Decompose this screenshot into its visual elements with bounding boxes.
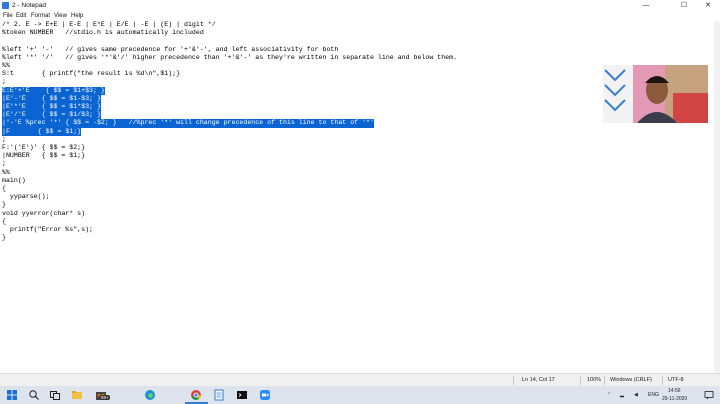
status-divider <box>580 376 581 385</box>
language-indicator[interactable]: ENG <box>648 392 659 398</box>
webcam-overlay <box>603 65 708 123</box>
editor-line: } <box>2 201 6 209</box>
notification-badge: 99+ <box>100 395 110 400</box>
zoom-icon[interactable] <box>259 389 271 401</box>
tray-chevron-icon[interactable]: ⌃ <box>607 392 611 398</box>
editor-line: yyparse(); <box>2 193 50 201</box>
vertical-scrollbar[interactable] <box>714 21 720 373</box>
network-icon[interactable]: ▂ <box>620 392 624 398</box>
chrome-icon[interactable] <box>190 389 202 401</box>
editor-line: ; <box>2 135 6 143</box>
editor-line: %token NUMBER //stdio.h is automatically… <box>2 29 204 37</box>
editor-line-selected: |F { $$ = $1;} <box>2 127 82 136</box>
editor-line: } <box>2 234 6 242</box>
terminal-icon[interactable] <box>236 389 248 401</box>
editor-line: S:t { printf("the result is %d\n",$1);} <box>2 70 181 78</box>
window-title: 2 - Notepad <box>12 2 46 9</box>
editor-line: %% <box>2 168 10 176</box>
editor-line: ; <box>2 78 6 86</box>
editor-line: printf("Error %s",s); <box>2 226 94 233</box>
editor-line-selected: |E'-'E { $$ = $1-$3; } <box>2 94 101 103</box>
editor-line: %left '*' '/' // gives '*'&'/' higher pr… <box>2 53 458 61</box>
notepad-app-icon <box>2 2 9 9</box>
status-divider <box>604 376 605 385</box>
editor-line: { <box>2 185 6 192</box>
task-view-icon[interactable] <box>49 389 61 401</box>
editor-line-selected: |E'/'E { $$ = $1/$3; } <box>2 111 101 120</box>
menu-bar: File Edit Format View Help <box>0 12 720 21</box>
clock-time[interactable]: 14:56 <box>668 388 681 394</box>
edge-icon[interactable] <box>144 389 156 401</box>
menu-format[interactable]: Format <box>31 12 50 21</box>
menu-file[interactable]: File <box>3 12 13 21</box>
status-bar: Ln 14, Col 17 100% Windows (CRLF) UTF-8 <box>0 373 720 387</box>
editor-line: { <box>2 217 6 225</box>
clock-date[interactable]: 29-11-2020 <box>662 396 687 402</box>
editor-line: F:'('E')' { $$ = $2;} <box>2 144 86 151</box>
editor-line-selected: |'-'E %prec '*' { $$ = -$2; } //%prec '*… <box>2 119 374 128</box>
editor-line: main() <box>2 176 26 184</box>
title-bar: 2 - Notepad — ☐ ✕ <box>0 0 720 12</box>
status-divider <box>662 376 663 385</box>
notifications-icon[interactable] <box>703 389 715 401</box>
taskbar: 99+ ⌃ ▂ ◀ ENG 14:56 29-11-2020 <box>0 386 720 404</box>
menu-help[interactable]: Help <box>71 12 83 21</box>
close-button[interactable]: ✕ <box>696 0 720 12</box>
menu-edit[interactable]: Edit <box>16 12 26 21</box>
editor-line: %% <box>2 62 10 69</box>
file-explorer-icon[interactable] <box>71 389 83 401</box>
volume-icon[interactable]: ◀ <box>634 392 638 398</box>
editor-line: %left '+' '-' // gives same precedence f… <box>2 45 339 53</box>
notepad-icon[interactable] <box>213 389 225 401</box>
status-divider <box>513 376 514 385</box>
editor-line: |NUMBER { $$ = $1;} <box>2 152 86 160</box>
editor-line: void yyerror(char* s) <box>2 209 86 217</box>
menu-view[interactable]: View <box>54 12 67 21</box>
editor-line-selected: E:E'+'E { $$ = $1+$3; } <box>2 86 105 95</box>
editor-line: ; <box>2 160 6 168</box>
editor-line: /* 2. E -> E+E | E-E | E*E | E/E | -E | … <box>2 21 216 28</box>
minimize-button[interactable]: — <box>634 0 658 12</box>
maximize-button[interactable]: ☐ <box>672 0 696 12</box>
search-icon[interactable] <box>28 389 40 401</box>
webcam-image <box>603 65 708 123</box>
editor-line-selected: |E'*'E { $$ = $1*$3; } <box>2 103 101 112</box>
windows-start-icon[interactable] <box>6 389 18 401</box>
